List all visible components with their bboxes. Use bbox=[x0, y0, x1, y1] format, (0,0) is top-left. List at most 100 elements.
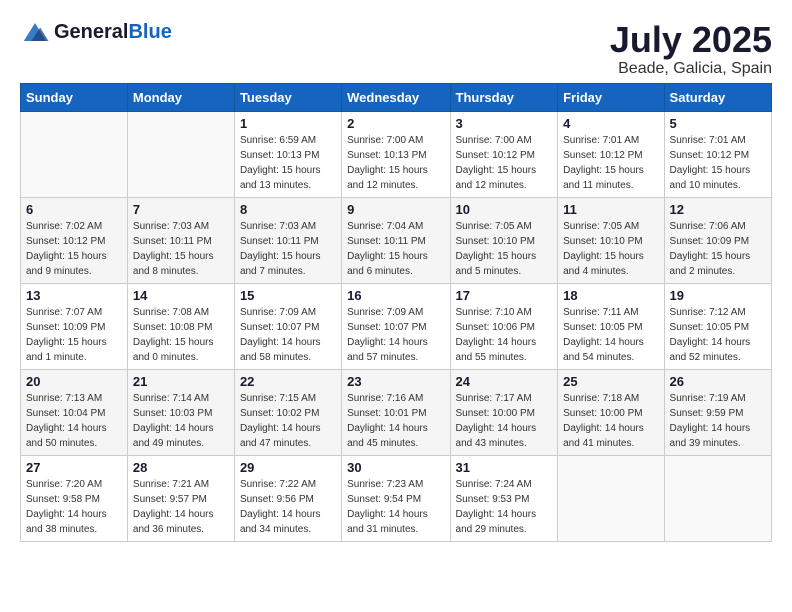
calendar-day-cell: 6 Sunrise: 7:02 AMSunset: 10:12 PMDayligh… bbox=[21, 197, 128, 283]
day-number: 13 bbox=[26, 288, 122, 303]
calendar-day-cell: 28 Sunrise: 7:21 AMSunset: 9:57 PMDayligh… bbox=[127, 455, 234, 541]
day-number: 29 bbox=[240, 460, 336, 475]
calendar-day-cell: 14 Sunrise: 7:08 AMSunset: 10:08 PMDaylig… bbox=[127, 283, 234, 369]
calendar-day-cell: 31 Sunrise: 7:24 AMSunset: 9:53 PMDayligh… bbox=[450, 455, 558, 541]
calendar-day-cell: 7Sunrise: 7:03 AMSunset: 10:11 PMDayligh… bbox=[127, 197, 234, 283]
calendar-day-cell: 16Sunrise: 7:09 AMSunset: 10:07 PMDaylig… bbox=[342, 283, 450, 369]
day-number: 8 bbox=[240, 202, 336, 217]
day-info: Sunrise: 7:15 AMSunset: 10:02 PMDaylight… bbox=[240, 391, 336, 451]
logo: GeneralBlue bbox=[20, 20, 172, 44]
month-year: July 2025 bbox=[610, 20, 772, 60]
calendar-day-cell: 25 Sunrise: 7:18 AMSunset: 10:00 PMDaylig… bbox=[558, 369, 664, 455]
day-number: 4 bbox=[563, 116, 658, 131]
logo-general: General bbox=[54, 21, 128, 43]
calendar-day-cell: 19 Sunrise: 7:12 AMSunset: 10:05 PMDaylig… bbox=[664, 283, 771, 369]
day-number: 6 bbox=[26, 202, 122, 217]
day-number: 19 bbox=[670, 288, 766, 303]
logo-icon bbox=[20, 20, 50, 44]
day-info: Sunrise: 7:01 AMSunset: 10:12 PMDaylight… bbox=[563, 133, 658, 193]
calendar-day-cell bbox=[127, 111, 234, 197]
calendar-day-cell: 24 Sunrise: 7:17 AMSunset: 10:00 PMDaylig… bbox=[450, 369, 558, 455]
day-number: 23 bbox=[347, 374, 444, 389]
day-info: Sunrise: 7:17 AMSunset: 10:00 PMDaylight… bbox=[456, 391, 553, 451]
day-info: Sunrise: 7:23 AMSunset: 9:54 PMDaylight:… bbox=[347, 477, 444, 537]
calendar-week-row: 6 Sunrise: 7:02 AMSunset: 10:12 PMDayligh… bbox=[21, 197, 772, 283]
day-number: 31 bbox=[456, 460, 553, 475]
calendar-day-cell: 11 Sunrise: 7:05 AMSunset: 10:10 PMDaylig… bbox=[558, 197, 664, 283]
day-info: Sunrise: 7:06 AMSunset: 10:09 PMDaylight… bbox=[670, 219, 766, 279]
day-number: 11 bbox=[563, 202, 658, 217]
calendar-day-cell: 2 Sunrise: 7:00 AMSunset: 10:13 PMDayligh… bbox=[342, 111, 450, 197]
day-info: Sunrise: 7:08 AMSunset: 10:08 PMDaylight… bbox=[133, 305, 229, 365]
day-info: Sunrise: 7:21 AMSunset: 9:57 PMDaylight:… bbox=[133, 477, 229, 537]
day-info: Sunrise: 7:18 AMSunset: 10:00 PMDaylight… bbox=[563, 391, 658, 451]
day-info: Sunrise: 7:24 AMSunset: 9:53 PMDaylight:… bbox=[456, 477, 553, 537]
day-number: 5 bbox=[670, 116, 766, 131]
day-number: 27 bbox=[26, 460, 122, 475]
day-info: Sunrise: 7:12 AMSunset: 10:05 PMDaylight… bbox=[670, 305, 766, 365]
day-number: 25 bbox=[563, 374, 658, 389]
calendar-day-cell: 13 Sunrise: 7:07 AMSunset: 10:09 PMDaylig… bbox=[21, 283, 128, 369]
day-number: 12 bbox=[670, 202, 766, 217]
day-info: Sunrise: 7:19 AMSunset: 9:59 PMDaylight:… bbox=[670, 391, 766, 451]
day-info: Sunrise: 7:04 AMSunset: 10:11 PMDaylight… bbox=[347, 219, 444, 279]
calendar-day-cell: 9Sunrise: 7:04 AMSunset: 10:11 PMDayligh… bbox=[342, 197, 450, 283]
day-number: 30 bbox=[347, 460, 444, 475]
calendar-week-row: 13 Sunrise: 7:07 AMSunset: 10:09 PMDaylig… bbox=[21, 283, 772, 369]
calendar-day-cell: 26 Sunrise: 7:19 AMSunset: 9:59 PMDayligh… bbox=[664, 369, 771, 455]
day-info: Sunrise: 7:20 AMSunset: 9:58 PMDaylight:… bbox=[26, 477, 122, 537]
calendar-day-cell: 3Sunrise: 7:00 AMSunset: 10:12 PMDayligh… bbox=[450, 111, 558, 197]
weekday-header: Saturday bbox=[664, 83, 771, 111]
day-number: 28 bbox=[133, 460, 229, 475]
day-info: Sunrise: 7:00 AMSunset: 10:13 PMDaylight… bbox=[347, 133, 444, 193]
weekday-header: Sunday bbox=[21, 83, 128, 111]
calendar-day-cell: 29 Sunrise: 7:22 AMSunset: 9:56 PMDayligh… bbox=[234, 455, 341, 541]
calendar-day-cell: 10Sunrise: 7:05 AMSunset: 10:10 PMDaylig… bbox=[450, 197, 558, 283]
calendar-day-cell: 4 Sunrise: 7:01 AMSunset: 10:12 PMDayligh… bbox=[558, 111, 664, 197]
day-info: Sunrise: 7:02 AMSunset: 10:12 PMDaylight… bbox=[26, 219, 122, 279]
calendar-table: SundayMondayTuesdayWednesdayThursdayFrid… bbox=[20, 83, 772, 542]
day-number: 14 bbox=[133, 288, 229, 303]
day-number: 20 bbox=[26, 374, 122, 389]
calendar-day-cell: 8Sunrise: 7:03 AMSunset: 10:11 PMDayligh… bbox=[234, 197, 341, 283]
day-info: Sunrise: 7:07 AMSunset: 10:09 PMDaylight… bbox=[26, 305, 122, 365]
calendar-day-cell: 12 Sunrise: 7:06 AMSunset: 10:09 PMDaylig… bbox=[664, 197, 771, 283]
calendar-day-cell bbox=[664, 455, 771, 541]
day-number: 24 bbox=[456, 374, 553, 389]
day-number: 2 bbox=[347, 116, 444, 131]
day-info: Sunrise: 7:22 AMSunset: 9:56 PMDaylight:… bbox=[240, 477, 336, 537]
calendar-week-row: 1 Sunrise: 6:59 AMSunset: 10:13 PMDayligh… bbox=[21, 111, 772, 197]
calendar-day-cell bbox=[21, 111, 128, 197]
day-info: Sunrise: 7:13 AMSunset: 10:04 PMDaylight… bbox=[26, 391, 122, 451]
day-number: 3 bbox=[456, 116, 553, 131]
day-info: Sunrise: 7:11 AMSunset: 10:05 PMDaylight… bbox=[563, 305, 658, 365]
calendar-day-cell: 22 Sunrise: 7:15 AMSunset: 10:02 PMDaylig… bbox=[234, 369, 341, 455]
day-info: Sunrise: 7:09 AMSunset: 10:07 PMDaylight… bbox=[347, 305, 444, 365]
day-number: 21 bbox=[133, 374, 229, 389]
day-number: 1 bbox=[240, 116, 336, 131]
calendar-day-cell bbox=[558, 455, 664, 541]
weekday-header-row: SundayMondayTuesdayWednesdayThursdayFrid… bbox=[21, 83, 772, 111]
day-number: 17 bbox=[456, 288, 553, 303]
location: Beade, Galicia, Spain bbox=[610, 60, 772, 78]
calendar-day-cell: 21 Sunrise: 7:14 AMSunset: 10:03 PMDaylig… bbox=[127, 369, 234, 455]
calendar-week-row: 20 Sunrise: 7:13 AMSunset: 10:04 PMDaylig… bbox=[21, 369, 772, 455]
page-header: GeneralBlue July 2025 Beade, Galicia, Sp… bbox=[10, 10, 782, 83]
weekday-header: Wednesday bbox=[342, 83, 450, 111]
calendar-day-cell: 15Sunrise: 7:09 AMSunset: 10:07 PMDaylig… bbox=[234, 283, 341, 369]
title-block: July 2025 Beade, Galicia, Spain bbox=[610, 20, 772, 78]
day-info: Sunrise: 7:14 AMSunset: 10:03 PMDaylight… bbox=[133, 391, 229, 451]
day-number: 15 bbox=[240, 288, 336, 303]
day-info: Sunrise: 7:10 AMSunset: 10:06 PMDaylight… bbox=[456, 305, 553, 365]
weekday-header: Thursday bbox=[450, 83, 558, 111]
day-info: Sunrise: 6:59 AMSunset: 10:13 PMDaylight… bbox=[240, 133, 336, 193]
day-number: 18 bbox=[563, 288, 658, 303]
calendar-day-cell: 1 Sunrise: 6:59 AMSunset: 10:13 PMDayligh… bbox=[234, 111, 341, 197]
calendar-day-cell: 18 Sunrise: 7:11 AMSunset: 10:05 PMDaylig… bbox=[558, 283, 664, 369]
day-number: 26 bbox=[670, 374, 766, 389]
day-number: 22 bbox=[240, 374, 336, 389]
day-info: Sunrise: 7:05 AMSunset: 10:10 PMDaylight… bbox=[456, 219, 553, 279]
calendar-week-row: 27 Sunrise: 7:20 AMSunset: 9:58 PMDayligh… bbox=[21, 455, 772, 541]
day-info: Sunrise: 7:05 AMSunset: 10:10 PMDaylight… bbox=[563, 219, 658, 279]
day-number: 7 bbox=[133, 202, 229, 217]
